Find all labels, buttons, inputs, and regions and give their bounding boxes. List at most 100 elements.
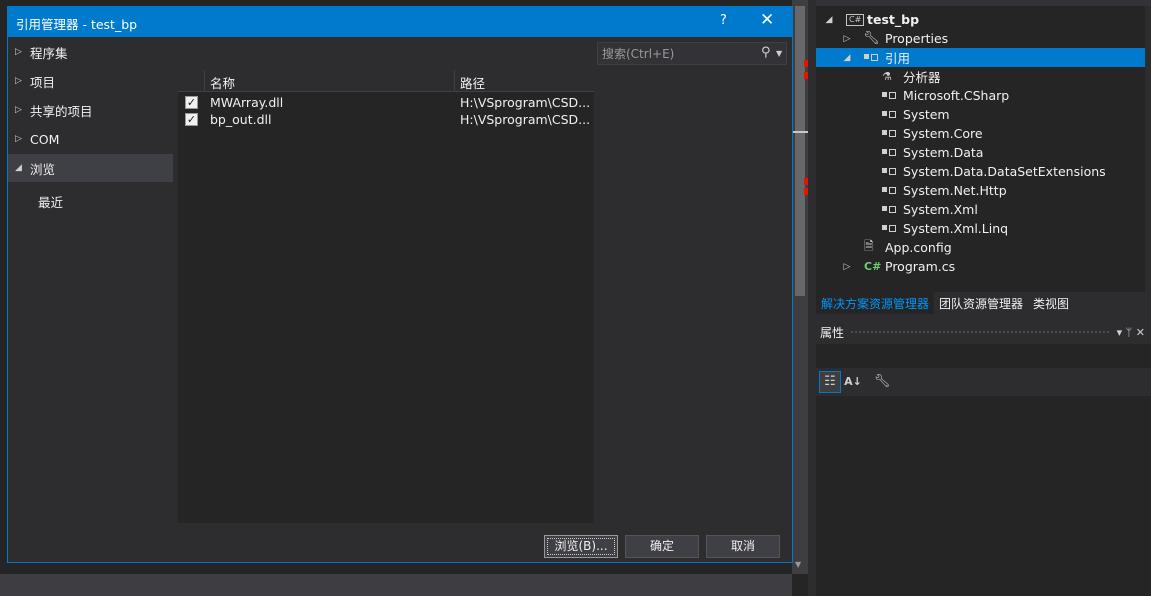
tree-item-reference[interactable]: System.Xml <box>816 200 1145 219</box>
tree-item-reference[interactable]: System <box>816 105 1145 124</box>
ok-button[interactable]: 确定 <box>625 535 699 558</box>
tree-item-reference[interactable]: System.Core <box>816 124 1145 143</box>
solution-tabs: 解决方案资源管理器 团队资源管理器 类视图 <box>816 292 1151 314</box>
reference-icon <box>882 91 896 102</box>
expand-down-icon[interactable]: ◢ <box>842 53 852 63</box>
expand-down-icon: ◢ <box>15 163 22 173</box>
tree-item-reference[interactable]: System.Net.Http <box>816 181 1145 200</box>
row-name: MWArray.dll <box>210 95 284 110</box>
tree-item-label: System.Net.Http <box>903 183 1007 198</box>
properties-title: 属性 <box>820 325 845 340</box>
list-header: 名称 路径 <box>178 70 594 92</box>
expand-right-icon: ▷ <box>15 47 22 57</box>
scrollbar-thumb[interactable] <box>795 6 805 296</box>
scroll-down-icon[interactable]: ▼ <box>795 560 801 569</box>
table-row[interactable]: ✓ bp_out.dll H:\VSprogram\CSD... <box>178 111 594 128</box>
tab-team-explorer[interactable]: 团队资源管理器 <box>934 292 1028 314</box>
tree-item-reference[interactable]: System.Data <box>816 143 1145 162</box>
nav-item-com[interactable]: ▷ COM <box>8 125 173 153</box>
tree-item-label: test_bp <box>867 12 920 27</box>
csharp-project-icon: C# <box>846 13 865 26</box>
drag-grip[interactable] <box>850 329 1111 335</box>
dialog-nav: ▷ 程序集 ▷ 项目 ▷ 共享的项目 ▷ COM ◢ 浏览 最近 <box>8 37 176 559</box>
pin-close-icons[interactable]: ▾ ᛘ ✕ <box>1117 326 1145 339</box>
expand-right-icon: ▷ <box>15 76 22 86</box>
row-checkbox[interactable]: ✓ <box>185 96 198 109</box>
row-path: H:\VSprogram\CSD... <box>460 112 590 127</box>
tree-item-label: System.Core <box>903 126 983 141</box>
tree-item-project[interactable]: ◢ C# test_bp <box>816 10 1145 29</box>
row-name: bp_out.dll <box>210 112 272 127</box>
tree-item-label: App.config <box>885 240 952 255</box>
categorized-icon[interactable]: ☷ <box>819 371 841 393</box>
tree-item-reference[interactable]: System.Xml.Linq <box>816 219 1145 238</box>
nav-item-assemblies[interactable]: ▷ 程序集 <box>8 38 173 66</box>
help-icon[interactable]: ? <box>720 13 727 28</box>
tab-solution-explorer[interactable]: 解决方案资源管理器 <box>816 292 935 314</box>
nav-item-label: 程序集 <box>30 45 68 61</box>
tree-item-reference[interactable]: Microsoft.CSharp <box>816 86 1145 105</box>
dialog-titlebar[interactable]: 引用管理器 - test_bp ? ✕ <box>8 7 792 37</box>
nav-item-projects[interactable]: ▷ 项目 <box>8 67 173 95</box>
tab-class-view[interactable]: 类视图 <box>1028 292 1074 314</box>
reference-icon <box>882 205 896 216</box>
tree-item-app-config[interactable]: 🗎︎ App.config <box>816 238 1145 257</box>
search-icon[interactable]: ⚲ <box>761 45 771 60</box>
config-file-icon: 🗎︎ <box>864 239 874 253</box>
tree-item-label: 分析器 <box>903 70 941 85</box>
scroll-position-line <box>792 131 808 133</box>
tree-item-program-cs[interactable]: ▷ C# Program.cs <box>816 257 1145 276</box>
nav-item-label: 浏览 <box>30 161 56 177</box>
tree-item-properties[interactable]: ▷ 🔧︎ Properties <box>816 29 1145 48</box>
tree-item-label: System.Data.DataSetExtensions <box>903 164 1106 179</box>
cancel-button[interactable]: 取消 <box>706 535 780 558</box>
search-box[interactable]: ⚲ ▼ <box>597 42 787 65</box>
tree-item-label: Program.cs <box>885 259 956 274</box>
row-checkbox[interactable]: ✓ <box>185 113 198 126</box>
nav-item-browse[interactable]: ◢ 浏览 <box>8 154 173 182</box>
reference-icon <box>882 148 896 159</box>
row-path: H:\VSprogram\CSD... <box>460 95 590 110</box>
tree-item-analyzers[interactable]: ⚗ 分析器 <box>816 67 1145 86</box>
column-separator[interactable] <box>204 70 205 92</box>
analyzer-icon: ⚗ <box>882 70 892 83</box>
editor-vertical-scrollbar[interactable]: ▼ <box>792 0 810 574</box>
column-header-name[interactable]: 名称 <box>210 73 235 92</box>
solution-search-strip <box>816 0 1151 6</box>
tree-item-label: System.Xml <box>903 202 978 217</box>
nav-item-label: 共享的项目 <box>30 103 93 119</box>
tree-item-references[interactable]: ◢ 引用 <box>816 48 1145 67</box>
search-input[interactable] <box>602 45 752 62</box>
nav-item-recent[interactable]: 最近 <box>38 192 63 211</box>
reference-icon <box>882 129 896 140</box>
browse-button[interactable]: 浏览(B)... <box>544 535 618 558</box>
reference-icon <box>864 53 878 64</box>
reference-manager-dialog: 引用管理器 - test_bp ? ✕ ▷ 程序集 ▷ 项目 ▷ 共享的项目 ▷… <box>7 6 793 563</box>
property-pages-wrench-icon[interactable]: 🔧︎ <box>871 371 893 393</box>
horizontal-scrollbar[interactable] <box>0 574 792 596</box>
alphabetical-sort-icon[interactable]: A↓ <box>842 371 864 393</box>
tree-item-label: Microsoft.CSharp <box>903 88 1010 103</box>
table-row[interactable]: ✓ MWArray.dll H:\VSprogram\CSD... <box>178 94 594 111</box>
tree-item-label: 引用 <box>885 51 911 66</box>
reference-icon <box>882 110 896 121</box>
reference-icon <box>882 224 896 235</box>
expand-right-icon[interactable]: ▷ <box>842 34 852 44</box>
tree-item-label: System <box>903 107 950 122</box>
nav-item-label: 项目 <box>30 74 56 90</box>
tree-item-reference[interactable]: System.Data.DataSetExtensions <box>816 162 1145 181</box>
properties-toolbar: ☷ A↓ 🔧︎ <box>816 368 1151 396</box>
tree-item-label: Properties <box>885 31 949 46</box>
reference-icon <box>882 186 896 197</box>
panel-splitter[interactable] <box>808 0 816 596</box>
chevron-down-icon[interactable]: ▼ <box>776 49 782 58</box>
reference-icon <box>882 167 896 178</box>
csharp-file-icon: C# <box>864 260 882 273</box>
expand-down-icon[interactable]: ◢ <box>824 15 834 25</box>
column-separator[interactable] <box>454 70 455 92</box>
solution-scrollbar[interactable] <box>1145 6 1151 292</box>
column-header-path[interactable]: 路径 <box>460 73 485 92</box>
nav-item-shared-projects[interactable]: ▷ 共享的项目 <box>8 96 173 124</box>
expand-right-icon[interactable]: ▷ <box>842 262 852 272</box>
close-icon[interactable]: ✕ <box>760 10 774 30</box>
